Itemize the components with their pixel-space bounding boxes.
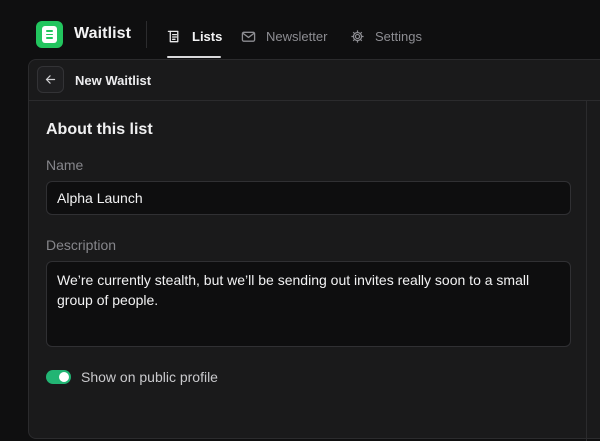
description-label: Description [46,237,117,253]
panel-column-divider [586,101,587,441]
panel-header: New Waitlist [29,60,600,101]
nav-tab-settings[interactable]: Settings [350,26,422,46]
name-input[interactable]: Alpha Launch [46,181,571,215]
active-tab-indicator [167,56,221,58]
nav-tab-label: Newsletter [266,28,328,44]
name-label: Name [46,157,84,173]
panel-title: New Waitlist [75,73,152,88]
header-divider [146,21,147,48]
public-profile-label: Show on public profile [81,369,218,385]
description-textarea[interactable]: We’re currently stealth, but we’ll be se… [46,261,571,347]
arrow-left-icon [45,75,56,84]
list-icon[interactable] [36,21,63,48]
top-bar: Waitlist Lists Newsletter Settings [0,0,600,60]
app-brand[interactable]: Waitlist [74,25,131,43]
list-icon [167,30,179,42]
gear-icon [351,29,364,43]
nav-tab-newsletter[interactable]: Newsletter [241,26,327,46]
new-waitlist-panel: New Waitlist About this list Name Alpha … [28,59,600,441]
nav-tab-lists[interactable]: Lists [167,26,222,46]
toggle-knob [59,372,69,382]
mail-icon [241,31,256,42]
section-title: About this list [46,121,153,138]
back-button[interactable] [37,66,64,93]
nav-tab-label: Lists [192,28,223,44]
nav-tab-label: Settings [375,28,422,44]
public-profile-toggle[interactable] [46,370,71,384]
